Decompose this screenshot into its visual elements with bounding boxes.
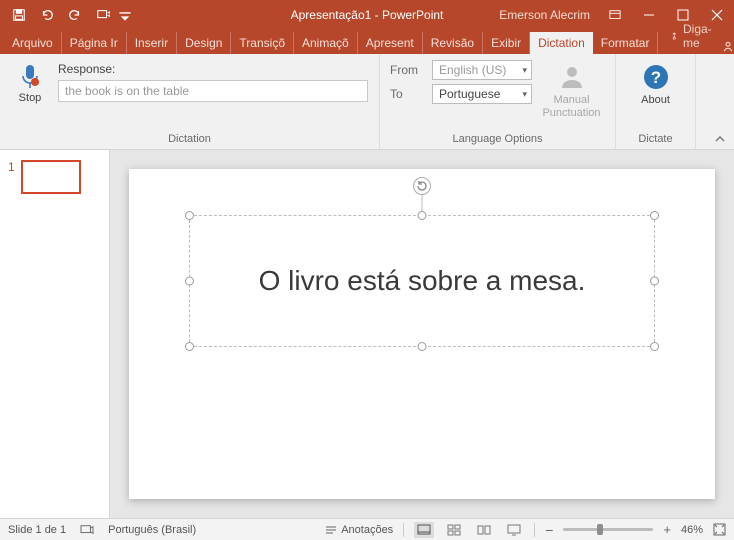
resize-handle-w[interactable] — [185, 277, 194, 286]
undo-button[interactable] — [34, 1, 60, 29]
group-dictation-label: Dictation — [0, 129, 379, 149]
slide-sorter-view-button[interactable] — [444, 522, 464, 538]
tab-formatar[interactable]: Formatar — [593, 32, 659, 54]
tab-design[interactable]: Design — [177, 32, 231, 54]
resize-handle-sw[interactable] — [185, 342, 194, 351]
minimize-button[interactable] — [632, 0, 666, 30]
slide-thumbnails-pane[interactable]: 1 — [0, 150, 110, 518]
zoom-in-button[interactable]: + — [663, 522, 671, 537]
title-bar: Apresentação1 - PowerPoint Emerson Alecr… — [0, 0, 734, 30]
fit-to-window-button[interactable] — [713, 523, 726, 536]
to-label: To — [390, 87, 424, 101]
zoom-level[interactable]: 46% — [681, 524, 703, 536]
app-name: PowerPoint — [382, 8, 443, 22]
slide-thumbnail-1[interactable] — [21, 160, 81, 194]
about-label: About — [641, 94, 670, 107]
notes-button[interactable]: Anotações — [325, 524, 393, 536]
tell-me-search[interactable]: Diga-me — [664, 18, 721, 54]
tab-apresentacao[interactable]: Apresent — [358, 32, 423, 54]
resize-handle-se[interactable] — [650, 342, 659, 351]
quick-access-toolbar — [0, 1, 132, 29]
tab-revisao[interactable]: Revisão — [423, 32, 483, 54]
response-input[interactable] — [58, 80, 368, 102]
normal-view-button[interactable] — [414, 522, 434, 538]
slide-canvas-area[interactable]: O livro está sobre a mesa. — [110, 150, 734, 518]
about-button[interactable]: ? About — [622, 60, 690, 107]
doc-name: Apresentação1 — [291, 8, 372, 22]
help-icon: ? — [641, 62, 671, 92]
qat-customize-button[interactable] — [118, 1, 132, 29]
title-textbox[interactable]: O livro está sobre a mesa. — [189, 215, 655, 347]
group-lang-label: Language Options — [380, 129, 615, 149]
from-language-combo[interactable]: English (US) ▾ — [432, 60, 532, 80]
tab-inserir[interactable]: Inserir — [127, 32, 177, 54]
workspace: 1 O livro está sobre a mesa. — [0, 150, 734, 518]
tab-pagina-inicial[interactable]: Página Ir — [62, 32, 127, 54]
chevron-down-icon: ▾ — [522, 65, 527, 76]
redo-button[interactable] — [62, 1, 88, 29]
accessibility-icon[interactable] — [80, 524, 94, 536]
divider — [403, 523, 404, 537]
ribbon: Stop Response: Dictation From English (U… — [0, 54, 734, 150]
resize-handle-ne[interactable] — [650, 211, 659, 220]
chevron-down-icon: ▾ — [522, 89, 527, 100]
save-button[interactable] — [6, 1, 32, 29]
notes-label: Anotações — [341, 524, 393, 536]
tab-dictation[interactable]: Dictation — [530, 32, 593, 54]
microphone-icon — [19, 64, 41, 90]
share-button[interactable] — [721, 40, 734, 54]
tab-exibir[interactable]: Exibir — [483, 32, 530, 54]
tab-arquivo[interactable]: Arquivo — [4, 32, 62, 54]
resize-handle-nw[interactable] — [185, 211, 194, 220]
proofing-language[interactable]: Português (Brasil) — [108, 524, 196, 536]
slide-position[interactable]: Slide 1 de 1 — [8, 524, 66, 536]
stop-dictation-button[interactable]: Stop — [10, 60, 50, 104]
thumbnail-number: 1 — [8, 160, 15, 174]
tab-animacoes[interactable]: Animaçõ — [294, 32, 358, 54]
stop-label: Stop — [19, 92, 42, 104]
zoom-out-button[interactable]: − — [545, 522, 553, 538]
resize-handle-s[interactable] — [418, 342, 427, 351]
from-language-value: English (US) — [439, 63, 506, 77]
start-from-beginning-button[interactable] — [90, 1, 116, 29]
slideshow-view-button[interactable] — [504, 522, 524, 538]
tell-me-label: Diga-me — [683, 22, 715, 50]
resize-handle-e[interactable] — [650, 277, 659, 286]
signed-in-user[interactable]: Emerson Alecrim — [499, 8, 598, 22]
tab-transicoes[interactable]: Transiçõ — [231, 32, 294, 54]
from-label: From — [390, 63, 424, 77]
resize-handle-n[interactable] — [418, 211, 427, 220]
manual-punctuation-button: Manual Punctuation — [538, 60, 605, 120]
rotate-handle[interactable] — [413, 177, 431, 195]
thumbnail-row: 1 — [8, 160, 101, 194]
group-dictate-label: Dictate — [616, 129, 695, 149]
ribbon-tabs: Arquivo Página Ir Inserir Design Transiç… — [0, 30, 734, 54]
divider — [534, 523, 535, 537]
status-bar: Slide 1 de 1 Português (Brasil) Anotaçõe… — [0, 518, 734, 540]
to-language-value: Portuguese — [439, 87, 500, 101]
response-label: Response: — [58, 62, 368, 76]
manual-punctuation-label: Manual Punctuation — [538, 94, 605, 120]
reading-view-button[interactable] — [474, 522, 494, 538]
svg-text:?: ? — [650, 68, 660, 87]
zoom-slider[interactable] — [563, 528, 653, 531]
collapse-ribbon-button[interactable] — [714, 133, 726, 145]
person-icon — [557, 62, 587, 92]
to-language-combo[interactable]: Portuguese ▾ — [432, 84, 532, 104]
ribbon-display-options-button[interactable] — [598, 0, 632, 30]
zoom-slider-thumb[interactable] — [597, 524, 603, 535]
slide[interactable]: O livro está sobre a mesa. — [129, 169, 715, 499]
title-text: O livro está sobre a mesa. — [259, 265, 586, 297]
